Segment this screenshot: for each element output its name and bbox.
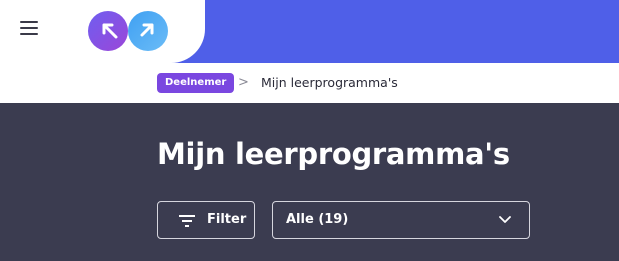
filter-button[interactable]: Filter <box>157 201 255 239</box>
program-filter-select[interactable]: Alle (19) <box>272 201 530 239</box>
select-value: Alle (19) <box>286 212 349 227</box>
page-title: Mijn leerprogramma's <box>157 137 510 171</box>
filter-button-label: Filter <box>207 212 247 227</box>
chevron-down-icon <box>499 216 511 223</box>
filter-lines-icon <box>179 215 195 227</box>
breadcrumb-separator: > <box>238 75 249 90</box>
hamburger-menu-icon[interactable] <box>20 21 40 37</box>
breadcrumb-role-badge[interactable]: Deelnemer <box>157 73 235 93</box>
infinity-logo-icon[interactable] <box>86 9 170 53</box>
brand-panel <box>0 0 205 63</box>
breadcrumb-current: Mijn leerprogramma's <box>261 75 398 90</box>
